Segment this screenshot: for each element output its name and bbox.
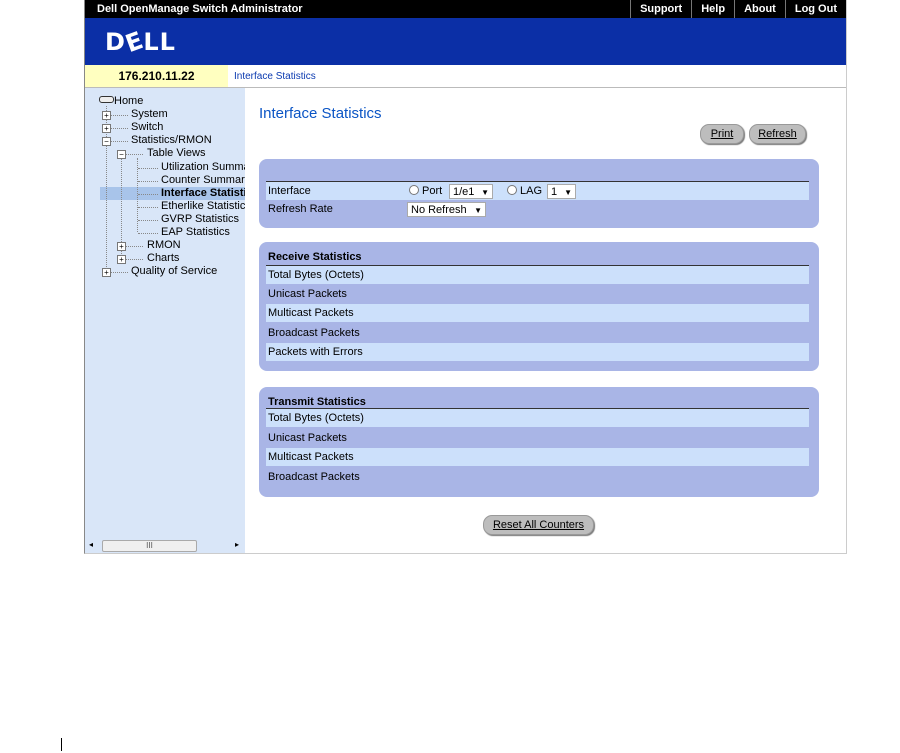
scroll-right-icon[interactable]: ▸ xyxy=(235,540,239,549)
scroll-thumb[interactable]: III xyxy=(102,540,197,552)
stat-row: Multicast Packets xyxy=(266,304,809,322)
tree-item-qos[interactable]: Quality of Service xyxy=(131,265,217,277)
chevron-down-icon: ▼ xyxy=(474,206,482,215)
lag-radio-icon[interactable] xyxy=(507,185,517,195)
stat-row: Total Bytes (Octets) xyxy=(266,266,809,284)
interface-label: Interface xyxy=(268,185,311,197)
help-link[interactable]: Help xyxy=(691,0,734,18)
tree-item-rmon[interactable]: RMON xyxy=(147,239,181,251)
banner xyxy=(85,18,846,65)
collapse-minus-icon[interactable]: − xyxy=(102,137,111,146)
tree-line xyxy=(111,141,128,142)
dell-logo: DELL xyxy=(105,25,176,59)
tree-line xyxy=(111,272,128,273)
tree-line xyxy=(138,220,158,221)
tree-item-etherlike[interactable]: Etherlike Statistic xyxy=(161,200,245,212)
tree-item-utilization[interactable]: Utilization Summa xyxy=(161,161,250,173)
tree-line xyxy=(138,233,158,234)
sidebar-tree: Home + System + Switch − Statistics/RMON… xyxy=(85,88,250,553)
stat-row: Total Bytes (Octets) xyxy=(266,409,809,427)
interface-panel: Interface Port 1/e1 ▼ LAG 1 ▼ Refresh Rate… xyxy=(259,159,819,228)
about-link[interactable]: About xyxy=(734,0,785,18)
lag-radio[interactable]: LAG xyxy=(507,185,542,197)
logout-link[interactable]: Log Out xyxy=(784,0,846,18)
breadcrumb[interactable]: Interface Statistics xyxy=(234,71,316,82)
tree-item-system[interactable]: System xyxy=(131,108,168,120)
stat-row: Multicast Packets xyxy=(266,448,809,466)
device-ip: 176.210.11.22 xyxy=(85,65,228,87)
receive-statistics-panel: Receive Statistics Total Bytes (Octets) … xyxy=(259,242,819,371)
tree-item-interface-statistics[interactable]: Interface Statisti xyxy=(161,187,247,199)
stat-row: Broadcast Packets xyxy=(268,327,360,339)
margin-line xyxy=(61,738,62,751)
refresh-rate-select[interactable]: No Refresh ▼ xyxy=(407,202,486,217)
tree-line xyxy=(126,246,143,247)
horizontal-scrollbar[interactable]: ◂ III ▸ xyxy=(89,540,244,552)
expand-plus-icon[interactable]: + xyxy=(102,124,111,133)
collapse-minus-icon[interactable]: − xyxy=(117,150,126,159)
stat-row: Packets with Errors xyxy=(266,343,809,361)
reset-all-counters-button[interactable]: Reset All Counters xyxy=(483,515,594,535)
print-button[interactable]: Print xyxy=(700,124,744,144)
tree-item-statistics-rmon[interactable]: Statistics/RMON xyxy=(131,134,212,146)
expand-plus-icon[interactable]: + xyxy=(102,111,111,120)
support-link[interactable]: Support xyxy=(630,0,691,18)
transmit-statistics-panel: Transmit Statistics Total Bytes (Octets)… xyxy=(259,387,819,497)
stat-row: Unicast Packets xyxy=(268,288,347,300)
stat-row: Unicast Packets xyxy=(268,432,347,444)
tree-item-charts[interactable]: Charts xyxy=(147,252,179,264)
tree-item-switch[interactable]: Switch xyxy=(131,121,163,133)
lag-select[interactable]: 1 ▼ xyxy=(547,184,576,199)
scroll-left-icon[interactable]: ◂ xyxy=(89,540,93,549)
tree-line xyxy=(111,128,128,129)
tree-item-gvrp[interactable]: GVRP Statistics xyxy=(161,213,239,225)
home-icon xyxy=(99,96,114,103)
tree-line xyxy=(138,207,158,208)
receive-statistics-header: Receive Statistics xyxy=(268,251,362,263)
stat-row: Broadcast Packets xyxy=(268,471,360,483)
tree-line xyxy=(111,115,128,116)
tree-item-home[interactable]: Home xyxy=(99,95,143,107)
port-select[interactable]: 1/e1 ▼ xyxy=(449,184,493,199)
main-content: Interface Statistics Print Refresh Inter… xyxy=(245,88,846,553)
page-title: Interface Statistics xyxy=(259,105,382,122)
tree-line xyxy=(126,154,143,155)
refresh-rate-row: Refresh Rate xyxy=(266,200,809,218)
expand-plus-icon[interactable]: + xyxy=(102,268,111,277)
tree-line xyxy=(138,194,158,195)
tree-line xyxy=(138,168,158,169)
refresh-rate-label: Refresh Rate xyxy=(268,203,333,215)
expand-plus-icon[interactable]: + xyxy=(117,255,126,264)
tree-item-counter[interactable]: Counter Summary xyxy=(161,174,250,186)
tree-item-table-views[interactable]: Table Views xyxy=(147,147,206,159)
tree-line xyxy=(126,259,143,260)
app-title: Dell OpenManage Switch Administrator xyxy=(97,3,303,15)
top-links: Support Help About Log Out xyxy=(630,0,846,18)
browser-frame: Dell OpenManage Switch Administrator Sup… xyxy=(84,0,847,554)
chevron-down-icon: ▼ xyxy=(564,188,572,197)
tree-line xyxy=(138,181,158,182)
tree-item-eap[interactable]: EAP Statistics xyxy=(161,226,230,238)
expand-plus-icon[interactable]: + xyxy=(117,242,126,251)
refresh-button[interactable]: Refresh xyxy=(749,124,806,144)
top-bar: Dell OpenManage Switch Administrator Sup… xyxy=(85,0,846,18)
port-radio-icon[interactable] xyxy=(409,185,419,195)
chevron-down-icon: ▼ xyxy=(481,188,489,197)
port-radio[interactable]: Port xyxy=(409,185,442,197)
